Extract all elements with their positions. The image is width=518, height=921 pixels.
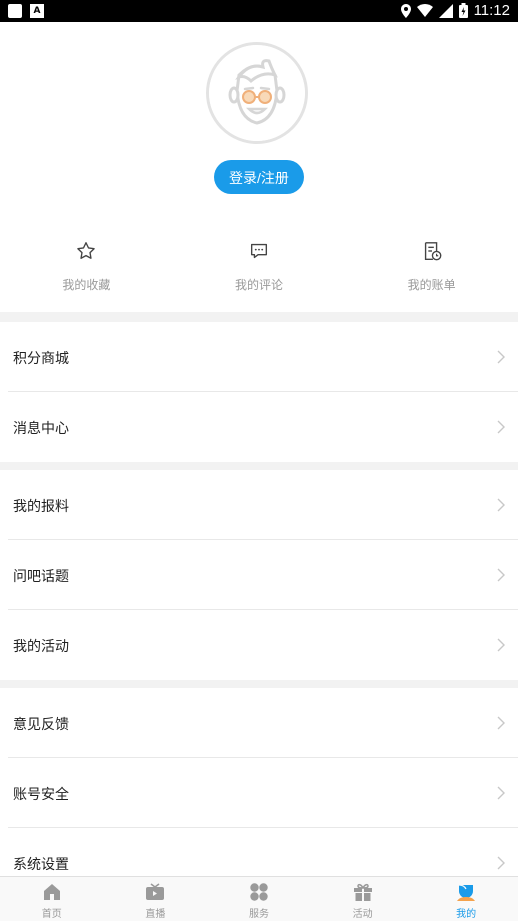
user-icon bbox=[457, 884, 476, 901]
menu-item-label: 消息中心 bbox=[13, 421, 69, 437]
quick-action-favorites[interactable]: 我的收藏 bbox=[0, 228, 173, 312]
menu-item-label: 积分商城 bbox=[13, 351, 69, 367]
tab-label: 活动 bbox=[352, 909, 373, 920]
default-avatar-icon bbox=[209, 45, 305, 141]
wifi-icon bbox=[416, 4, 433, 17]
tab-mine[interactable]: 我的 bbox=[414, 877, 518, 921]
login-register-button[interactable]: 登录/注册 bbox=[214, 160, 304, 194]
menu-item-label: 问吧话题 bbox=[13, 569, 69, 585]
bill-icon bbox=[424, 242, 442, 261]
battery-icon bbox=[458, 3, 468, 18]
tab-activities[interactable]: 活动 bbox=[311, 877, 415, 921]
home-icon bbox=[43, 884, 60, 900]
avatar[interactable] bbox=[206, 42, 308, 144]
tab-label: 我的 bbox=[456, 909, 477, 920]
clock: 11:12 bbox=[473, 2, 510, 19]
notification-icon bbox=[8, 4, 22, 18]
menu-item-label: 意见反馈 bbox=[13, 717, 69, 733]
tab-home[interactable]: 首页 bbox=[0, 877, 104, 921]
signal-icon bbox=[438, 3, 453, 18]
menu-item-points-mall[interactable]: 积分商城 bbox=[0, 322, 518, 392]
chevron-right-icon bbox=[497, 716, 505, 730]
menu-item-my-reports[interactable]: 我的报料 bbox=[0, 470, 518, 540]
star-icon bbox=[77, 242, 96, 259]
quick-action-label: 我的评论 bbox=[235, 278, 284, 292]
chevron-right-icon bbox=[497, 786, 505, 800]
quick-actions: 我的收藏 我的评论 我的账单 bbox=[0, 228, 518, 312]
a-notification-icon: A bbox=[30, 4, 44, 18]
menu-item-topics[interactable]: 问吧话题 bbox=[0, 540, 518, 610]
chevron-right-icon bbox=[497, 420, 505, 434]
menu-item-label: 系统设置 bbox=[13, 857, 69, 873]
status-bar: A 11:12 bbox=[0, 0, 518, 22]
tab-label: 服务 bbox=[248, 909, 269, 920]
menu-item-label: 我的报料 bbox=[13, 499, 69, 515]
tab-live[interactable]: 直播 bbox=[104, 877, 208, 921]
bottom-tab-bar: 首页 直播 服务 活动 我的 bbox=[0, 876, 518, 921]
gift-icon bbox=[353, 883, 372, 901]
menu-item-label: 我的活动 bbox=[13, 639, 69, 655]
comment-icon bbox=[250, 243, 268, 259]
tab-label: 首页 bbox=[41, 909, 62, 920]
chevron-right-icon bbox=[497, 350, 505, 364]
chevron-right-icon bbox=[497, 856, 505, 870]
section-separator bbox=[0, 680, 518, 688]
quick-action-label: 我的收藏 bbox=[62, 278, 111, 292]
quick-action-bills[interactable]: 我的账单 bbox=[345, 228, 518, 312]
quick-action-comments[interactable]: 我的评论 bbox=[173, 228, 346, 312]
chevron-right-icon bbox=[497, 498, 505, 512]
tv-icon bbox=[146, 883, 165, 900]
chevron-right-icon bbox=[497, 638, 505, 652]
menu-item-account-security[interactable]: 账号安全 bbox=[0, 758, 518, 828]
quick-action-label: 我的账单 bbox=[407, 278, 456, 292]
menu-item-message-center[interactable]: 消息中心 bbox=[0, 392, 518, 462]
menu-item-my-activities[interactable]: 我的活动 bbox=[0, 610, 518, 680]
location-icon bbox=[400, 3, 411, 18]
menu-item-feedback[interactable]: 意见反馈 bbox=[0, 688, 518, 758]
chevron-right-icon bbox=[497, 568, 505, 582]
section-separator bbox=[0, 462, 518, 470]
menu-item-label: 账号安全 bbox=[13, 787, 69, 803]
services-icon bbox=[250, 883, 268, 901]
profile-header: 登录/注册 bbox=[0, 22, 518, 222]
section-separator bbox=[0, 312, 518, 322]
tab-label: 直播 bbox=[145, 909, 166, 920]
tab-services[interactable]: 服务 bbox=[207, 877, 311, 921]
